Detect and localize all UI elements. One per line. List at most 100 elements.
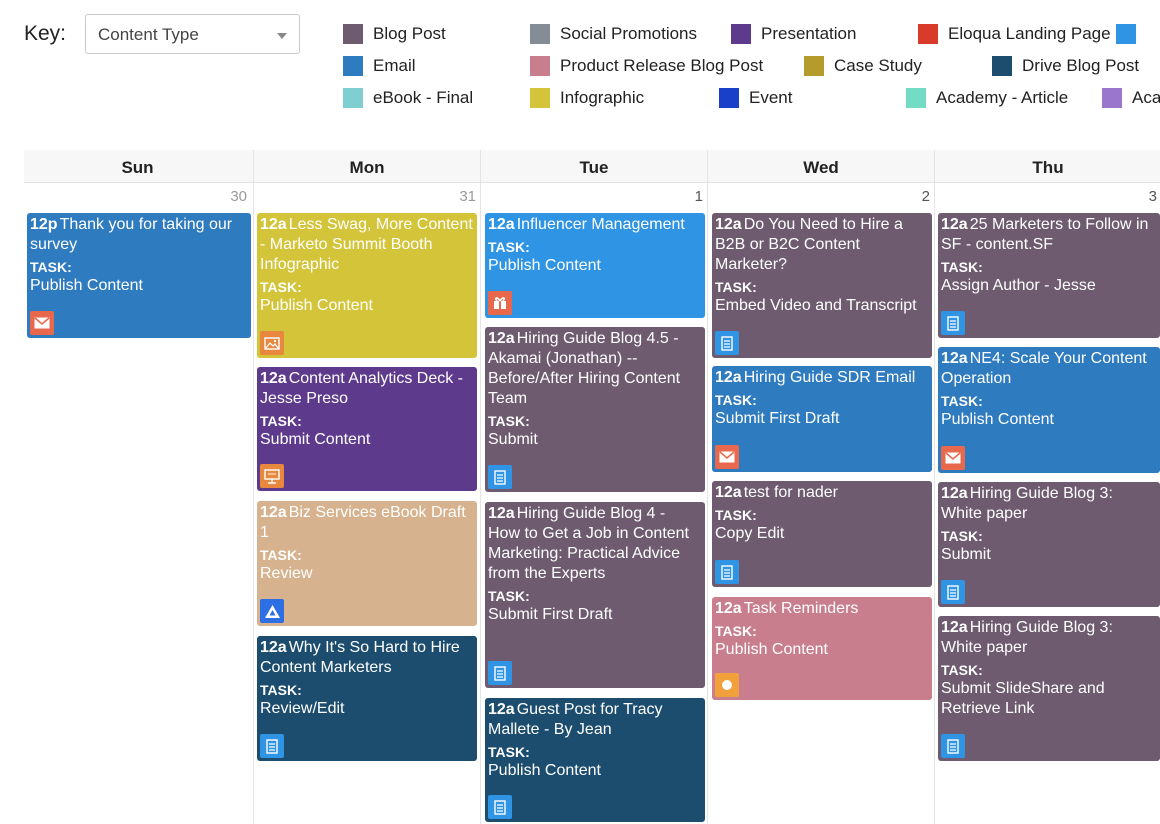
event-time: 12a bbox=[488, 330, 515, 347]
event-time: 12a bbox=[941, 485, 968, 502]
event-card[interactable]: 12a Less Swag, More Content - Marketo Sum… bbox=[257, 213, 477, 358]
legend-label: Social Promotions bbox=[560, 24, 698, 43]
legend-swatch bbox=[343, 88, 363, 108]
day-number: 3 bbox=[1148, 188, 1157, 205]
task-name: Copy Edit bbox=[715, 525, 785, 542]
legend-label: Presentation bbox=[761, 24, 857, 43]
legend-swatch bbox=[343, 56, 363, 76]
content-type-select[interactable]: Content Type bbox=[85, 14, 300, 54]
email-icon bbox=[30, 311, 54, 335]
event-card[interactable]: 12a Biz Services eBook Draft 1 TASK: Review bbox=[257, 501, 477, 626]
task-name: Submit Content bbox=[260, 431, 371, 448]
event-title-text: Task Reminders bbox=[743, 600, 859, 617]
event-card[interactable]: 12a Hiring Guide Blog 3: White paper TASK:… bbox=[938, 482, 1160, 607]
event-title: 12a Hiring Guide Blog 3: White paper bbox=[941, 484, 1156, 524]
event-card[interactable]: 12a Guest Post for Tracy Mallete - By Jea… bbox=[485, 698, 705, 822]
document-icon bbox=[488, 795, 512, 819]
legend-swatch bbox=[530, 24, 550, 44]
event-title-text: Biz Services eBook Draft 1 bbox=[260, 504, 466, 541]
event-title-text: Hiring Guide Blog 4.5 - Akamai (Jonathan… bbox=[488, 330, 681, 407]
task-name: Review/Edit bbox=[260, 700, 345, 717]
event-time: 12a bbox=[941, 216, 968, 233]
task-name: Publish Content bbox=[488, 257, 601, 274]
chevron-down-icon bbox=[277, 33, 287, 39]
task-name: Publish Content bbox=[715, 641, 828, 658]
event-time: 12a bbox=[260, 504, 287, 521]
event-card[interactable]: 12p Thank you for taking our survey TASK: P… bbox=[27, 213, 251, 338]
day-number: 1 bbox=[694, 188, 703, 205]
event-card[interactable]: 12a Task Reminders TASK: Publish Content bbox=[712, 597, 932, 700]
day-column-mon: Mon 31 12a Less Swag, More Content - Market… bbox=[253, 150, 480, 824]
task-label: TASK: bbox=[260, 413, 302, 429]
task-label: TASK: bbox=[715, 392, 757, 408]
day-column-tue: Tue 1 12a Influencer Management TASK: Publish… bbox=[480, 150, 707, 824]
event-card[interactable]: 12a Hiring Guide Blog 4 - How to Get a Jo… bbox=[485, 502, 705, 688]
legend-swatch bbox=[343, 24, 363, 44]
day-column-wed: Wed 2 12a Do You Need to Hire a B2B or B2C … bbox=[707, 150, 934, 824]
event-title: 12a Hiring Guide Blog 4.5 - Akamai (Jonat… bbox=[488, 329, 701, 409]
day-column-sun: Sun 30 12p Thank you for taking our survey T… bbox=[24, 150, 251, 824]
event-card[interactable]: 12a Content Analytics Deck - Jesse Preso T… bbox=[257, 367, 477, 491]
legend-swatch bbox=[530, 56, 550, 76]
task-label: TASK: bbox=[715, 279, 757, 295]
drive-icon bbox=[260, 599, 284, 623]
event-card[interactable]: 12a Influencer Management TASK: Publish Con… bbox=[485, 213, 705, 318]
task-label: TASK: bbox=[941, 662, 983, 678]
event-time: 12a bbox=[715, 216, 742, 233]
event-title-text: Hiring Guide SDR Email bbox=[743, 369, 916, 386]
task-name: Publish Content bbox=[941, 411, 1054, 428]
document-icon bbox=[488, 465, 512, 489]
legend-label: eBook - Final bbox=[373, 88, 474, 107]
event-card[interactable]: 12a NE4: Scale Your Content Operation TASK… bbox=[938, 347, 1160, 473]
presentation-icon bbox=[260, 464, 284, 488]
task-label: TASK: bbox=[488, 588, 530, 604]
event-title: 12a Task Reminders bbox=[715, 599, 928, 619]
calendar-week-view: Sun 30 12p Thank you for taking our survey T… bbox=[24, 150, 1160, 824]
event-title: 12a test for nader bbox=[715, 483, 928, 503]
document-icon bbox=[488, 661, 512, 685]
event-title-text: NE4: Scale Your Content Operation bbox=[941, 350, 1147, 387]
event-time: 12a bbox=[260, 370, 287, 387]
event-card[interactable]: 12a 25 Marketers to Follow in SF - conten… bbox=[938, 213, 1160, 338]
day-header: Mon bbox=[349, 158, 385, 177]
event-card[interactable]: 12a Why It's So Hard to Hire Content Mark… bbox=[257, 636, 477, 761]
event-card[interactable]: 12a Hiring Guide SDR Email TASK: Submit Fir… bbox=[712, 366, 932, 472]
legend-swatch bbox=[719, 88, 739, 108]
day-number: 31 bbox=[459, 188, 476, 205]
event-time: 12a bbox=[260, 639, 287, 656]
event-card[interactable]: 12a test for nader TASK: Copy Edit bbox=[712, 481, 932, 587]
event-time: 12p bbox=[30, 216, 58, 233]
task-name: Assign Author - Jesse bbox=[941, 277, 1096, 294]
task-label: TASK: bbox=[715, 623, 757, 639]
task-label: TASK: bbox=[941, 393, 983, 409]
event-time: 12a bbox=[260, 216, 287, 233]
task-name: Submit bbox=[941, 546, 991, 563]
event-time: 12a bbox=[488, 505, 515, 522]
task-label: TASK: bbox=[260, 279, 302, 295]
day-column-thu: Thu 3 12a 25 Marketers to Follow in SF - co… bbox=[934, 150, 1160, 824]
document-icon bbox=[715, 560, 739, 584]
event-card[interactable]: 12a Hiring Guide Blog 4.5 - Akamai (Jonat… bbox=[485, 327, 705, 492]
legend-label: Eloqua Landing Page bbox=[948, 24, 1111, 43]
task-label: TASK: bbox=[488, 413, 530, 429]
legend-swatch bbox=[530, 88, 550, 108]
event-title-text: 25 Marketers to Follow in SF - content.S… bbox=[941, 216, 1149, 253]
task-label: TASK: bbox=[715, 507, 757, 523]
event-time: 12a bbox=[715, 484, 742, 501]
event-title-text: Why It's So Hard to Hire Content Markete… bbox=[260, 639, 460, 676]
legend-label: Case Study bbox=[834, 56, 922, 75]
event-card[interactable]: 12a Do You Need to Hire a B2B or B2C Cont… bbox=[712, 213, 932, 358]
task-name: Embed Video and Transcript bbox=[715, 297, 917, 314]
legend-swatch bbox=[731, 24, 751, 44]
task-label: TASK: bbox=[941, 528, 983, 544]
event-title-text: Do You Need to Hire a B2B or B2C Content… bbox=[715, 216, 903, 273]
event-card[interactable]: 12a Hiring Guide Blog 3: White paper TASK:… bbox=[938, 616, 1160, 761]
task-name: Submit First Draft bbox=[488, 606, 613, 623]
event-title-text: Less Swag, More Content - Marketo Summit… bbox=[260, 216, 473, 273]
event-title-text: Hiring Guide Blog 4 - How to Get a Job i… bbox=[488, 505, 689, 582]
influencer-icon bbox=[488, 291, 512, 315]
legend-label: Email bbox=[373, 56, 416, 75]
task-label: TASK: bbox=[260, 682, 302, 698]
image-icon bbox=[260, 331, 284, 355]
legend-swatch bbox=[1116, 24, 1136, 44]
